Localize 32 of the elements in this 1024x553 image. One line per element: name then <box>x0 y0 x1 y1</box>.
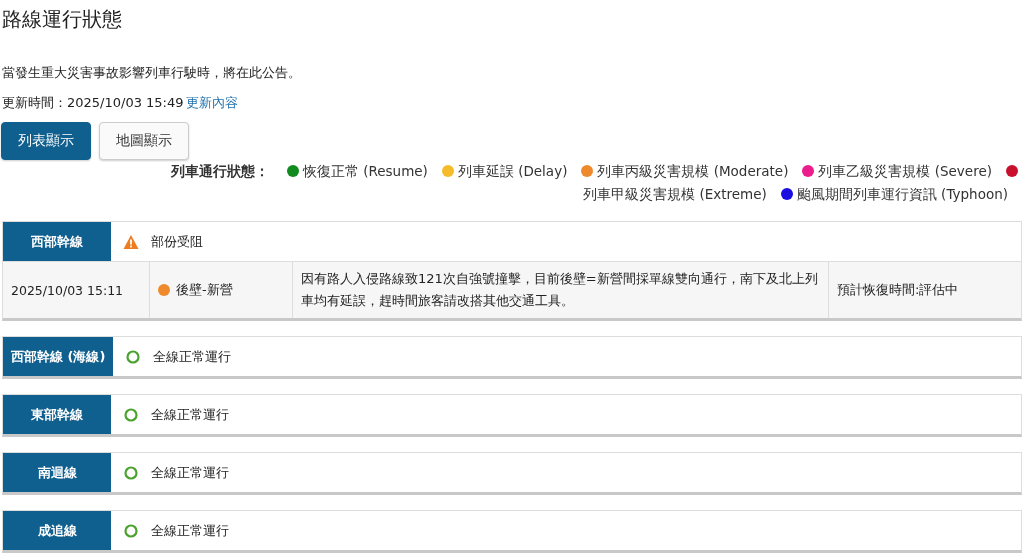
line-name: 東部幹線 <box>3 395 111 434</box>
legend-label: 恢復正常 (Resume) <box>302 163 428 179</box>
line-name: 成追線 <box>3 511 111 550</box>
line-status: 全線正常運行 <box>153 347 232 366</box>
page-title: 路線運行狀態 <box>2 6 123 33</box>
legend-label: 列車丙級災害規模 (Moderate) <box>597 163 789 179</box>
line-status: 全線正常運行 <box>151 521 229 540</box>
legend-title: 列車通行狀態： <box>170 163 269 179</box>
ring-icon <box>123 522 139 539</box>
line-status: 全線正常運行 <box>151 405 229 424</box>
line-name: 西部幹線 (海線) <box>3 337 114 376</box>
incident-description: 因有路人入侵路線致121次自強號撞擊，目前後壁=新營間採單線雙向通行，南下及北上列車均有延誤，趕時間旅客請改搭其他交通工具。 <box>301 270 819 310</box>
legend-label: 列車延誤 (Delay) <box>457 163 568 179</box>
notice-text: 當發生重大災害事故影響列車行駛時，將在此公告。 <box>2 64 302 82</box>
ring-icon <box>123 406 139 423</box>
incident-time: 2025/10/03 15:11 <box>3 262 150 318</box>
legend-label: 列車甲級災害規模 (Extreme) <box>583 186 767 202</box>
line-name: 南迴線 <box>3 453 111 492</box>
ring-icon <box>125 348 142 365</box>
legend-label: 列車乙級災害規模 (Severe) <box>818 163 992 179</box>
incident-section: 後壁-新營 <box>176 281 233 299</box>
warning-icon <box>123 233 139 250</box>
recovery-time: 預計恢復時間:評估中 <box>837 281 959 299</box>
legend-label: 颱風期間列車運行資訊 (Typhoon) <box>796 186 1008 202</box>
ring-icon <box>123 464 139 481</box>
line-status: 全線正常運行 <box>151 463 229 482</box>
line-name: 西部幹線 <box>3 222 111 261</box>
line-status: 部份受阻 <box>151 232 203 251</box>
update-time: 更新時間：2025/10/03 15:49 <box>2 95 184 110</box>
view-tab[interactable]: 地圖顯示 <box>99 122 189 160</box>
update-link[interactable]: 更新內容 <box>185 95 238 110</box>
view-tab[interactable]: 列表顯示 <box>1 122 91 160</box>
